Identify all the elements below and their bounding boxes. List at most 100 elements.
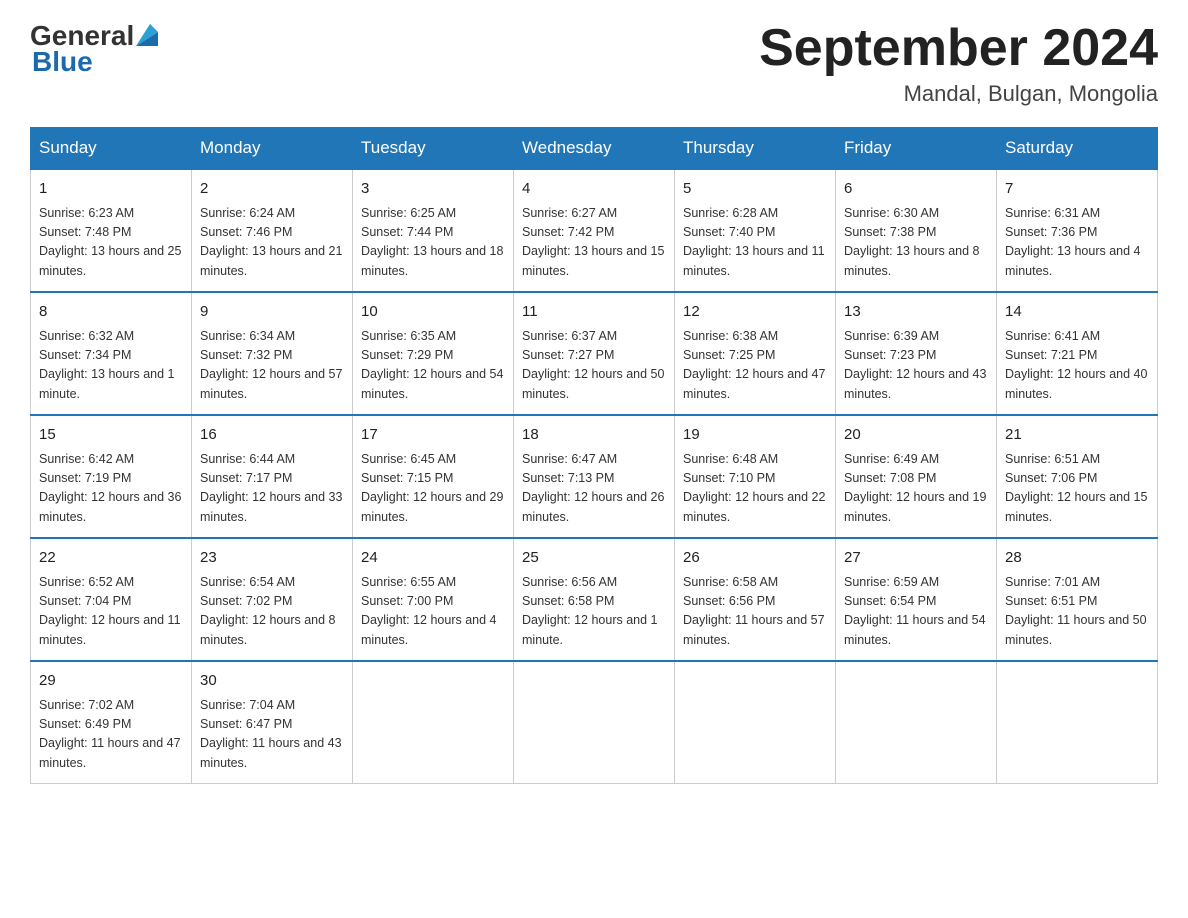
- calendar-cell: 8 Sunrise: 6:32 AMSunset: 7:34 PMDaylight…: [31, 292, 192, 415]
- day-number: 4: [522, 178, 666, 201]
- calendar-cell: 11 Sunrise: 6:37 AMSunset: 7:27 PMDayligh…: [514, 292, 675, 415]
- day-number: 12: [683, 301, 827, 324]
- month-title: September 2024: [759, 20, 1158, 77]
- calendar-cell: 13Sunrise: 6:39 AMSunset: 7:23 PMDayligh…: [836, 292, 997, 415]
- calendar-cell: [675, 661, 836, 784]
- calendar-cell: 29 Sunrise: 7:02 AMSunset: 6:49 PMDayligh…: [31, 661, 192, 784]
- day-info: Sunrise: 6:25 AMSunset: 7:44 PMDaylight:…: [361, 204, 505, 282]
- day-info: Sunrise: 6:34 AMSunset: 7:32 PMDaylight:…: [200, 327, 344, 405]
- day-info: Sunrise: 6:38 AMSunset: 7:25 PMDaylight:…: [683, 327, 827, 405]
- calendar-cell: 28Sunrise: 7:01 AMSunset: 6:51 PMDayligh…: [997, 538, 1158, 661]
- calendar-cell: 7 Sunrise: 6:31 AMSunset: 7:36 PMDaylight…: [997, 169, 1158, 292]
- calendar-cell: 23 Sunrise: 6:54 AMSunset: 7:02 PMDayligh…: [192, 538, 353, 661]
- location-title: Mandal, Bulgan, Mongolia: [759, 81, 1158, 107]
- calendar-cell: 10 Sunrise: 6:35 AMSunset: 7:29 PMDayligh…: [353, 292, 514, 415]
- day-number: 27: [844, 547, 988, 570]
- calendar-cell: 17 Sunrise: 6:45 AMSunset: 7:15 PMDayligh…: [353, 415, 514, 538]
- calendar-cell: 19 Sunrise: 6:48 AMSunset: 7:10 PMDayligh…: [675, 415, 836, 538]
- day-info: Sunrise: 6:51 AMSunset: 7:06 PMDaylight:…: [1005, 450, 1149, 528]
- calendar-cell: 27 Sunrise: 6:59 AMSunset: 6:54 PMDayligh…: [836, 538, 997, 661]
- calendar-cell: 3Sunrise: 6:25 AMSunset: 7:44 PMDaylight…: [353, 169, 514, 292]
- day-number: 7: [1005, 178, 1149, 201]
- weekday-header-monday: Monday: [192, 128, 353, 170]
- day-info: Sunrise: 6:59 AMSunset: 6:54 PMDaylight:…: [844, 573, 988, 651]
- logo-blue-text: Blue: [32, 46, 93, 78]
- day-info: Sunrise: 6:37 AMSunset: 7:27 PMDaylight:…: [522, 327, 666, 405]
- day-number: 15: [39, 424, 183, 447]
- logo: General Blue: [30, 20, 158, 78]
- day-number: 11: [522, 301, 666, 324]
- calendar-cell: 22Sunrise: 6:52 AMSunset: 7:04 PMDayligh…: [31, 538, 192, 661]
- day-info: Sunrise: 6:27 AMSunset: 7:42 PMDaylight:…: [522, 204, 666, 282]
- day-number: 14: [1005, 301, 1149, 324]
- day-info: Sunrise: 6:30 AMSunset: 7:38 PMDaylight:…: [844, 204, 988, 282]
- calendar-cell: 2 Sunrise: 6:24 AMSunset: 7:46 PMDaylight…: [192, 169, 353, 292]
- weekday-header-tuesday: Tuesday: [353, 128, 514, 170]
- day-info: Sunrise: 6:32 AMSunset: 7:34 PMDaylight:…: [39, 327, 183, 405]
- calendar-cell: 5 Sunrise: 6:28 AMSunset: 7:40 PMDaylight…: [675, 169, 836, 292]
- day-number: 19: [683, 424, 827, 447]
- calendar-cell: 20 Sunrise: 6:49 AMSunset: 7:08 PMDayligh…: [836, 415, 997, 538]
- day-info: Sunrise: 6:39 AMSunset: 7:23 PMDaylight:…: [844, 327, 988, 405]
- day-info: Sunrise: 6:48 AMSunset: 7:10 PMDaylight:…: [683, 450, 827, 528]
- day-info: Sunrise: 6:47 AMSunset: 7:13 PMDaylight:…: [522, 450, 666, 528]
- calendar-cell: 6 Sunrise: 6:30 AMSunset: 7:38 PMDaylight…: [836, 169, 997, 292]
- day-number: 24: [361, 547, 505, 570]
- day-number: 16: [200, 424, 344, 447]
- day-info: Sunrise: 6:28 AMSunset: 7:40 PMDaylight:…: [683, 204, 827, 282]
- day-number: 2: [200, 178, 344, 201]
- day-info: Sunrise: 6:55 AMSunset: 7:00 PMDaylight:…: [361, 573, 505, 651]
- weekday-header-friday: Friday: [836, 128, 997, 170]
- day-number: 23: [200, 547, 344, 570]
- day-info: Sunrise: 6:45 AMSunset: 7:15 PMDaylight:…: [361, 450, 505, 528]
- day-info: Sunrise: 6:56 AMSunset: 6:58 PMDaylight:…: [522, 573, 666, 651]
- calendar-cell: 15 Sunrise: 6:42 AMSunset: 7:19 PMDayligh…: [31, 415, 192, 538]
- day-info: Sunrise: 7:01 AMSunset: 6:51 PMDaylight:…: [1005, 573, 1149, 651]
- calendar-table: SundayMondayTuesdayWednesdayThursdayFrid…: [30, 127, 1158, 784]
- day-info: Sunrise: 6:49 AMSunset: 7:08 PMDaylight:…: [844, 450, 988, 528]
- day-number: 5: [683, 178, 827, 201]
- calendar-cell: 12 Sunrise: 6:38 AMSunset: 7:25 PMDayligh…: [675, 292, 836, 415]
- day-number: 25: [522, 547, 666, 570]
- day-number: 30: [200, 670, 344, 693]
- day-info: Sunrise: 6:24 AMSunset: 7:46 PMDaylight:…: [200, 204, 344, 282]
- day-info: Sunrise: 6:23 AMSunset: 7:48 PMDaylight:…: [39, 204, 183, 282]
- day-number: 10: [361, 301, 505, 324]
- day-number: 29: [39, 670, 183, 693]
- calendar-cell: 14Sunrise: 6:41 AMSunset: 7:21 PMDayligh…: [997, 292, 1158, 415]
- day-number: 21: [1005, 424, 1149, 447]
- day-info: Sunrise: 6:44 AMSunset: 7:17 PMDaylight:…: [200, 450, 344, 528]
- weekday-header-wednesday: Wednesday: [514, 128, 675, 170]
- day-number: 17: [361, 424, 505, 447]
- day-number: 8: [39, 301, 183, 324]
- day-info: Sunrise: 7:02 AMSunset: 6:49 PMDaylight:…: [39, 696, 183, 774]
- day-info: Sunrise: 6:42 AMSunset: 7:19 PMDaylight:…: [39, 450, 183, 528]
- calendar-cell: 30 Sunrise: 7:04 AMSunset: 6:47 PMDayligh…: [192, 661, 353, 784]
- calendar-cell: 9Sunrise: 6:34 AMSunset: 7:32 PMDaylight…: [192, 292, 353, 415]
- day-info: Sunrise: 6:58 AMSunset: 6:56 PMDaylight:…: [683, 573, 827, 651]
- calendar-cell: [353, 661, 514, 784]
- day-number: 1: [39, 178, 183, 201]
- page-header: General Blue September 2024 Mandal, Bulg…: [30, 20, 1158, 107]
- day-info: Sunrise: 7:04 AMSunset: 6:47 PMDaylight:…: [200, 696, 344, 774]
- week-row-4: 22Sunrise: 6:52 AMSunset: 7:04 PMDayligh…: [31, 538, 1158, 661]
- calendar-cell: 1 Sunrise: 6:23 AMSunset: 7:48 PMDaylight…: [31, 169, 192, 292]
- week-row-2: 8 Sunrise: 6:32 AMSunset: 7:34 PMDaylight…: [31, 292, 1158, 415]
- day-number: 26: [683, 547, 827, 570]
- day-number: 18: [522, 424, 666, 447]
- calendar-cell: 21 Sunrise: 6:51 AMSunset: 7:06 PMDayligh…: [997, 415, 1158, 538]
- calendar-cell: [836, 661, 997, 784]
- calendar-cell: 18 Sunrise: 6:47 AMSunset: 7:13 PMDayligh…: [514, 415, 675, 538]
- weekday-header-thursday: Thursday: [675, 128, 836, 170]
- calendar-cell: 16 Sunrise: 6:44 AMSunset: 7:17 PMDayligh…: [192, 415, 353, 538]
- day-info: Sunrise: 6:52 AMSunset: 7:04 PMDaylight:…: [39, 573, 183, 651]
- day-info: Sunrise: 6:35 AMSunset: 7:29 PMDaylight:…: [361, 327, 505, 405]
- calendar-cell: [997, 661, 1158, 784]
- day-number: 6: [844, 178, 988, 201]
- day-info: Sunrise: 6:31 AMSunset: 7:36 PMDaylight:…: [1005, 204, 1149, 282]
- calendar-cell: 26 Sunrise: 6:58 AMSunset: 6:56 PMDayligh…: [675, 538, 836, 661]
- day-number: 20: [844, 424, 988, 447]
- day-info: Sunrise: 6:54 AMSunset: 7:02 PMDaylight:…: [200, 573, 344, 651]
- title-block: September 2024 Mandal, Bulgan, Mongolia: [759, 20, 1158, 107]
- calendar-cell: 24 Sunrise: 6:55 AMSunset: 7:00 PMDayligh…: [353, 538, 514, 661]
